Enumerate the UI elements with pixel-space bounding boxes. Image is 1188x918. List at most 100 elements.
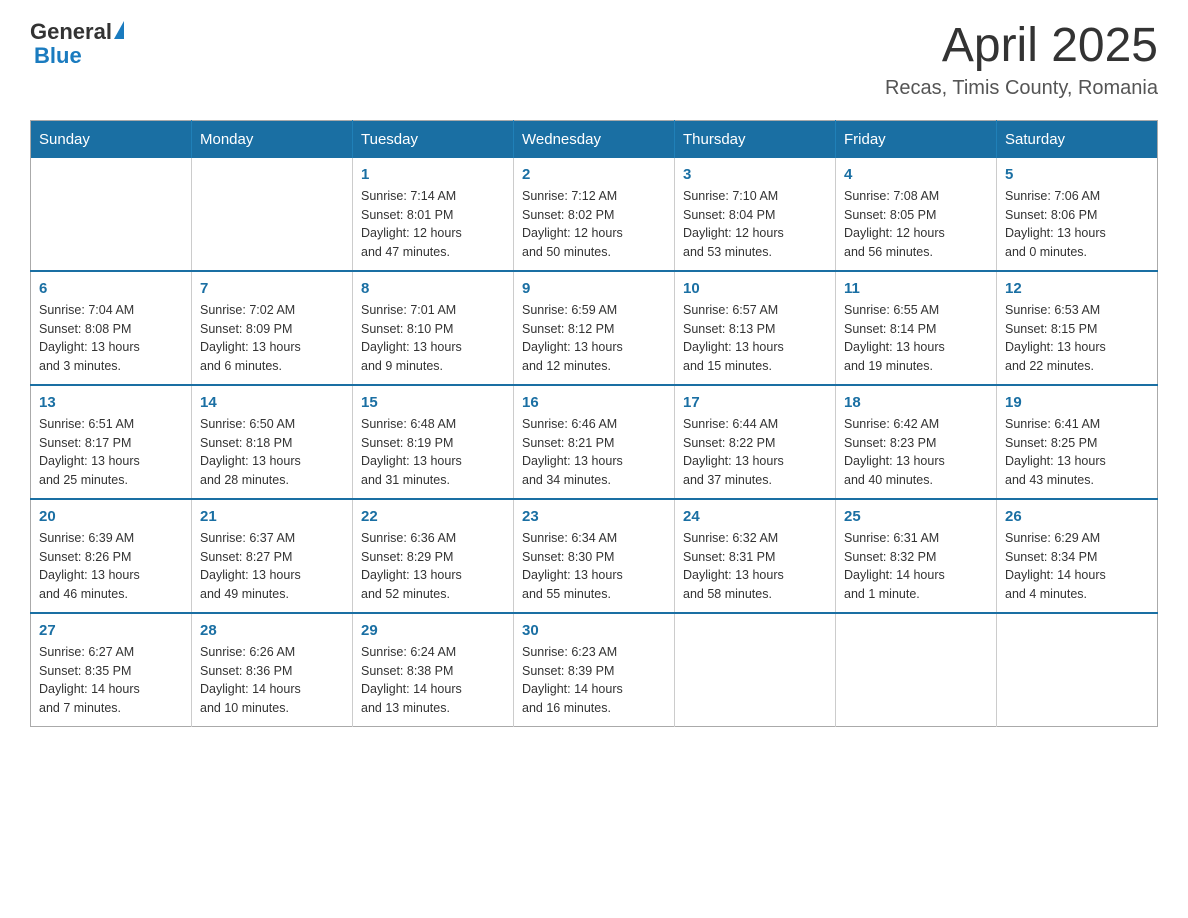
day-info: Sunrise: 6:59 AMSunset: 8:12 PMDaylight:… [522, 301, 666, 376]
day-number: 15 [361, 394, 505, 411]
month-year-title: April 2025 [885, 20, 1158, 73]
calendar-cell: 30Sunrise: 6:23 AMSunset: 8:39 PMDayligh… [514, 613, 675, 727]
logo: General Blue [30, 20, 124, 68]
day-info: Sunrise: 6:46 AMSunset: 8:21 PMDaylight:… [522, 415, 666, 490]
calendar-cell: 13Sunrise: 6:51 AMSunset: 8:17 PMDayligh… [31, 385, 192, 499]
calendar-cell [997, 613, 1158, 727]
day-number: 1 [361, 166, 505, 183]
calendar-cell: 9Sunrise: 6:59 AMSunset: 8:12 PMDaylight… [514, 271, 675, 385]
day-number: 23 [522, 508, 666, 525]
calendar-cell: 1 Sunrise: 7:14 AMSunset: 8:01 PMDaylight… [353, 158, 514, 271]
day-number: 7 [200, 280, 344, 297]
calendar-week-row: 20Sunrise: 6:39 AMSunset: 8:26 PMDayligh… [31, 499, 1158, 613]
calendar-cell [31, 158, 192, 271]
day-number: 24 [683, 508, 827, 525]
day-number: 5 [1005, 166, 1149, 183]
calendar-week-row: 13Sunrise: 6:51 AMSunset: 8:17 PMDayligh… [31, 385, 1158, 499]
calendar-cell: 8 Sunrise: 7:01 AMSunset: 8:10 PMDaylight… [353, 271, 514, 385]
page-header: General Blue April 2025 Recas, Timis Cou… [30, 20, 1158, 100]
day-number: 22 [361, 508, 505, 525]
day-info: Sunrise: 7:14 AMSunset: 8:01 PMDaylight:… [361, 187, 505, 262]
day-info: Sunrise: 6:44 AMSunset: 8:22 PMDaylight:… [683, 415, 827, 490]
day-number: 17 [683, 394, 827, 411]
calendar-cell: 15Sunrise: 6:48 AMSunset: 8:19 PMDayligh… [353, 385, 514, 499]
day-number: 30 [522, 622, 666, 639]
weekday-header-tuesday: Tuesday [353, 120, 514, 158]
calendar-cell: 5 Sunrise: 7:06 AMSunset: 8:06 PMDaylight… [997, 158, 1158, 271]
calendar-week-row: 27Sunrise: 6:27 AMSunset: 8:35 PMDayligh… [31, 613, 1158, 727]
day-info: Sunrise: 7:12 AMSunset: 8:02 PMDaylight:… [522, 187, 666, 262]
calendar-cell: 25 Sunrise: 6:31 AMSunset: 8:32 PMDayligh… [836, 499, 997, 613]
calendar-table: SundayMondayTuesdayWednesdayThursdayFrid… [30, 120, 1158, 727]
day-info: Sunrise: 6:32 AMSunset: 8:31 PMDaylight:… [683, 529, 827, 604]
calendar-cell: 2 Sunrise: 7:12 AMSunset: 8:02 PMDaylight… [514, 158, 675, 271]
day-info: Sunrise: 6:26 AMSunset: 8:36 PMDaylight:… [200, 643, 344, 718]
day-number: 13 [39, 394, 183, 411]
day-info: Sunrise: 6:41 AMSunset: 8:25 PMDaylight:… [1005, 415, 1149, 490]
weekday-header-wednesday: Wednesday [514, 120, 675, 158]
day-info: Sunrise: 6:37 AMSunset: 8:27 PMDaylight:… [200, 529, 344, 604]
logo-triangle-icon [114, 21, 124, 39]
title-block: April 2025 Recas, Timis County, Romania [885, 20, 1158, 100]
day-info: Sunrise: 6:36 AMSunset: 8:29 PMDaylight:… [361, 529, 505, 604]
calendar-cell: 6 Sunrise: 7:04 AMSunset: 8:08 PMDaylight… [31, 271, 192, 385]
day-info: Sunrise: 7:02 AMSunset: 8:09 PMDaylight:… [200, 301, 344, 376]
day-number: 14 [200, 394, 344, 411]
calendar-cell: 17 Sunrise: 6:44 AMSunset: 8:22 PMDayligh… [675, 385, 836, 499]
calendar-cell: 19Sunrise: 6:41 AMSunset: 8:25 PMDayligh… [997, 385, 1158, 499]
day-number: 16 [522, 394, 666, 411]
calendar-cell: 16 Sunrise: 6:46 AMSunset: 8:21 PMDayligh… [514, 385, 675, 499]
day-number: 11 [844, 280, 988, 297]
calendar-cell: 12Sunrise: 6:53 AMSunset: 8:15 PMDayligh… [997, 271, 1158, 385]
day-number: 4 [844, 166, 988, 183]
calendar-cell: 4Sunrise: 7:08 AMSunset: 8:05 PMDaylight… [836, 158, 997, 271]
day-number: 28 [200, 622, 344, 639]
calendar-header-row: SundayMondayTuesdayWednesdayThursdayFrid… [31, 120, 1158, 158]
calendar-cell: 23 Sunrise: 6:34 AMSunset: 8:30 PMDayligh… [514, 499, 675, 613]
day-info: Sunrise: 6:50 AMSunset: 8:18 PMDaylight:… [200, 415, 344, 490]
day-info: Sunrise: 7:01 AMSunset: 8:10 PMDaylight:… [361, 301, 505, 376]
calendar-cell: 29Sunrise: 6:24 AMSunset: 8:38 PMDayligh… [353, 613, 514, 727]
day-number: 10 [683, 280, 827, 297]
day-info: Sunrise: 6:29 AMSunset: 8:34 PMDaylight:… [1005, 529, 1149, 604]
day-number: 27 [39, 622, 183, 639]
calendar-cell: 20Sunrise: 6:39 AMSunset: 8:26 PMDayligh… [31, 499, 192, 613]
logo-blue: Blue [34, 44, 124, 68]
calendar-cell: 3 Sunrise: 7:10 AMSunset: 8:04 PMDaylight… [675, 158, 836, 271]
weekday-header-thursday: Thursday [675, 120, 836, 158]
day-number: 26 [1005, 508, 1149, 525]
day-number: 25 [844, 508, 988, 525]
day-info: Sunrise: 6:55 AMSunset: 8:14 PMDaylight:… [844, 301, 988, 376]
day-number: 6 [39, 280, 183, 297]
calendar-cell [836, 613, 997, 727]
day-info: Sunrise: 6:31 AMSunset: 8:32 PMDaylight:… [844, 529, 988, 604]
calendar-cell: 26 Sunrise: 6:29 AMSunset: 8:34 PMDayligh… [997, 499, 1158, 613]
day-info: Sunrise: 6:53 AMSunset: 8:15 PMDaylight:… [1005, 301, 1149, 376]
day-info: Sunrise: 7:10 AMSunset: 8:04 PMDaylight:… [683, 187, 827, 262]
calendar-cell: 27Sunrise: 6:27 AMSunset: 8:35 PMDayligh… [31, 613, 192, 727]
calendar-cell: 24 Sunrise: 6:32 AMSunset: 8:31 PMDayligh… [675, 499, 836, 613]
day-info: Sunrise: 6:34 AMSunset: 8:30 PMDaylight:… [522, 529, 666, 604]
day-number: 2 [522, 166, 666, 183]
calendar-cell [192, 158, 353, 271]
calendar-cell: 28 Sunrise: 6:26 AMSunset: 8:36 PMDayligh… [192, 613, 353, 727]
day-number: 3 [683, 166, 827, 183]
calendar-cell: 14 Sunrise: 6:50 AMSunset: 8:18 PMDayligh… [192, 385, 353, 499]
day-info: Sunrise: 6:24 AMSunset: 8:38 PMDaylight:… [361, 643, 505, 718]
calendar-week-row: 1 Sunrise: 7:14 AMSunset: 8:01 PMDaylight… [31, 158, 1158, 271]
calendar-cell: 21Sunrise: 6:37 AMSunset: 8:27 PMDayligh… [192, 499, 353, 613]
calendar-cell [675, 613, 836, 727]
weekday-header-friday: Friday [836, 120, 997, 158]
day-info: Sunrise: 7:04 AMSunset: 8:08 PMDaylight:… [39, 301, 183, 376]
calendar-cell: 18 Sunrise: 6:42 AMSunset: 8:23 PMDayligh… [836, 385, 997, 499]
day-info: Sunrise: 6:42 AMSunset: 8:23 PMDaylight:… [844, 415, 988, 490]
calendar-cell: 22 Sunrise: 6:36 AMSunset: 8:29 PMDayligh… [353, 499, 514, 613]
day-info: Sunrise: 7:06 AMSunset: 8:06 PMDaylight:… [1005, 187, 1149, 262]
weekday-header-saturday: Saturday [997, 120, 1158, 158]
calendar-cell: 7 Sunrise: 7:02 AMSunset: 8:09 PMDaylight… [192, 271, 353, 385]
day-number: 18 [844, 394, 988, 411]
calendar-week-row: 6 Sunrise: 7:04 AMSunset: 8:08 PMDaylight… [31, 271, 1158, 385]
day-number: 8 [361, 280, 505, 297]
day-number: 20 [39, 508, 183, 525]
calendar-cell: 10Sunrise: 6:57 AMSunset: 8:13 PMDayligh… [675, 271, 836, 385]
